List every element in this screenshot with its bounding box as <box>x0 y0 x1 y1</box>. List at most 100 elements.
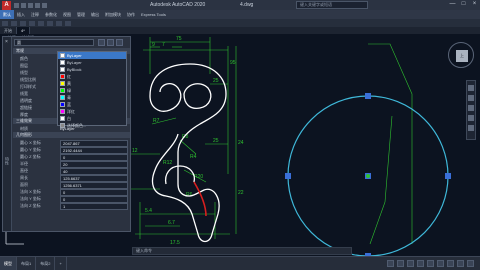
grid-toggle-icon[interactable] <box>387 260 394 267</box>
document-tab[interactable]: 4* <box>17 27 30 34</box>
ribbon-tab[interactable]: 协作 <box>124 10 138 19</box>
viewcube-top-face[interactable]: 上 <box>456 50 468 62</box>
minimize-button[interactable]: — <box>449 1 456 8</box>
zoom-icon[interactable] <box>468 105 474 111</box>
color-option[interactable]: 绿 <box>58 87 126 94</box>
ribbon-tab[interactable]: 附加模块 <box>102 10 124 19</box>
property-value[interactable]: 1 <box>60 203 128 210</box>
document-tabs: 开始 4* <box>0 27 480 34</box>
ortho-toggle-icon[interactable] <box>407 260 414 267</box>
polyline-tool-icon[interactable] <box>11 20 17 26</box>
ribbon-tab[interactable]: 输出 <box>88 10 102 19</box>
property-key: 超链接 <box>20 105 32 110</box>
osnap-toggle-icon[interactable] <box>427 260 434 267</box>
section-geometry[interactable]: 几何图形 <box>13 132 130 138</box>
trim-tool-icon[interactable] <box>65 20 71 26</box>
dim-r4: R4 <box>190 154 197 160</box>
ribbon-tab[interactable]: 视图 <box>60 10 74 19</box>
property-row[interactable]: 圆心 Y 坐标 2192.4444 <box>13 146 130 154</box>
line-tool-icon[interactable] <box>2 20 8 26</box>
app-logo[interactable]: A <box>2 0 11 10</box>
quick-select-icon[interactable] <box>116 39 123 46</box>
color-option-label: 青 <box>67 95 71 100</box>
color-option-label: ByLayer <box>67 60 82 65</box>
pan-icon[interactable] <box>468 95 474 101</box>
arc-tool-icon[interactable] <box>29 20 35 26</box>
lineweight-toggle-icon[interactable] <box>437 260 444 267</box>
property-row[interactable]: 面积 1256.6371 <box>13 181 130 189</box>
color-option[interactable]: ByBlock <box>58 66 126 73</box>
file-name: 4.dwg <box>240 2 254 8</box>
property-row[interactable]: 直径 40 <box>13 167 130 175</box>
color-swatch-icon <box>60 102 65 107</box>
copy-tool-icon[interactable] <box>47 20 53 26</box>
viewcube[interactable]: 上 <box>448 42 474 68</box>
property-key: 法向 Y 坐标 <box>20 196 41 201</box>
add-layout-button[interactable]: + <box>55 256 67 270</box>
color-option[interactable]: 黄 <box>58 80 126 87</box>
property-row[interactable]: 圆心 Z 坐标 0 <box>13 153 130 161</box>
property-row[interactable]: 法向 X 坐标 0 <box>13 188 130 196</box>
dim-6-7: 6.7 <box>168 220 175 226</box>
ribbon-tab[interactable]: 管理 <box>74 10 88 19</box>
property-key: 透明度 <box>20 98 32 103</box>
ribbon-tab[interactable]: 插入 <box>14 10 28 19</box>
property-key: 圆心 X 坐标 <box>20 140 41 145</box>
property-key: 半径 <box>20 161 28 166</box>
customize-icon[interactable] <box>467 260 474 267</box>
property-row[interactable]: 法向 Y 坐标 0 <box>13 195 130 203</box>
color-option[interactable]: ByLayer <box>58 59 126 66</box>
layout-tab[interactable]: 模型 <box>0 256 17 270</box>
snap-toggle-icon[interactable] <box>397 260 404 267</box>
property-row[interactable]: 法向 Z 坐标 1 <box>13 202 130 210</box>
command-line[interactable]: 键入命令 <box>132 247 352 255</box>
maximize-button[interactable]: □ <box>460 1 467 8</box>
selection-dropdown[interactable]: 圆 <box>14 39 94 46</box>
circle-tool-icon[interactable] <box>20 20 26 26</box>
color-option[interactable]: 红 <box>58 73 126 80</box>
orbit-icon[interactable] <box>468 115 474 121</box>
color-option[interactable]: 洋红 <box>58 108 126 115</box>
dim-17-5: 17.5 <box>170 240 180 246</box>
color-option[interactable]: 蓝 <box>58 101 126 108</box>
color-swatch-icon <box>60 53 65 58</box>
close-icon[interactable]: × <box>5 39 8 45</box>
rotate-tool-icon[interactable] <box>56 20 62 26</box>
ribbon-tab[interactable]: 参数化 <box>42 10 60 19</box>
color-option[interactable]: 青 <box>58 94 126 101</box>
color-option-label: 黄 <box>67 81 71 86</box>
layout-tab[interactable]: 布局2 <box>36 256 56 270</box>
property-key: 直径 <box>20 168 28 173</box>
save-icon[interactable] <box>28 2 33 8</box>
property-row[interactable]: 周长 125.6637 <box>13 174 130 182</box>
redo-icon[interactable] <box>42 2 47 8</box>
property-key: 厚度 <box>20 112 28 117</box>
open-icon[interactable] <box>21 2 26 8</box>
workspace-icon[interactable] <box>457 260 464 267</box>
polar-toggle-icon[interactable] <box>417 260 424 267</box>
close-button[interactable]: × <box>471 1 478 8</box>
annotation-scale-icon[interactable] <box>447 260 454 267</box>
showmotion-icon[interactable] <box>468 125 474 131</box>
ribbon-tab[interactable]: 注释 <box>28 10 42 19</box>
ribbon-tab[interactable]: Express Tools <box>138 10 169 19</box>
property-row[interactable]: 半径 20 <box>13 160 130 168</box>
color-option[interactable]: 选择颜色... <box>58 122 126 129</box>
color-swatch-icon <box>60 123 65 128</box>
document-tab[interactable]: 开始 <box>0 27 17 34</box>
select-objects-icon[interactable] <box>107 39 114 46</box>
property-row[interactable]: 圆心 X 坐标 2047.867 <box>13 139 130 147</box>
full-navigation-wheel-icon[interactable] <box>468 85 474 91</box>
color-option[interactable]: 白 <box>58 115 126 122</box>
move-tool-icon[interactable] <box>38 20 44 26</box>
undo-icon[interactable] <box>35 2 40 8</box>
color-option[interactable]: ByLayer <box>58 52 126 59</box>
layout-tab[interactable]: 布局1 <box>17 256 37 270</box>
selected-arc[interactable] <box>193 181 207 217</box>
search-input[interactable]: 键入关键字或短语 <box>296 1 368 9</box>
toggle-pickadd-icon[interactable] <box>98 39 105 46</box>
center-marker <box>366 174 370 178</box>
new-icon[interactable] <box>14 2 19 8</box>
title-bar: A Autodesk AutoCAD 2020 4.dwg 键入关键字或短语 —… <box>0 0 480 10</box>
ribbon-tab[interactable]: 默认 <box>0 10 14 19</box>
